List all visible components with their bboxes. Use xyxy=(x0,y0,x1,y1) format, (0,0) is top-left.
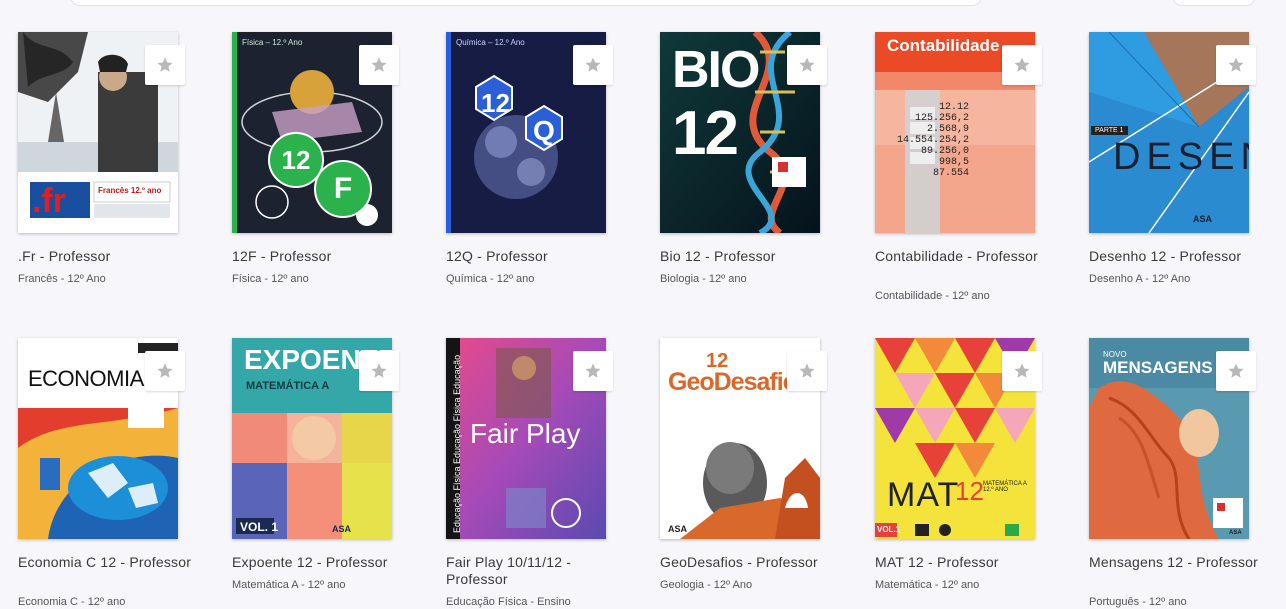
star-icon xyxy=(585,363,601,378)
cover-number: 87.554 xyxy=(932,168,969,179)
book-title[interactable]: Mensagens 12 - Professor xyxy=(1089,554,1264,571)
book-subject: Desenho A - 12º Ano xyxy=(1089,273,1191,285)
star-icon xyxy=(1228,57,1244,72)
cover-brand-text: ASA xyxy=(332,524,352,534)
star-icon xyxy=(371,363,387,378)
book-subject: Biologia - 12º ano xyxy=(660,273,747,285)
favorite-button[interactable] xyxy=(1216,45,1256,85)
cover-subject-text: Química – 12.º Ano xyxy=(456,38,525,47)
favorite-button[interactable] xyxy=(787,45,827,85)
cover-badge-text: 12 xyxy=(281,144,311,175)
book-subject: Matemática - 12º ano xyxy=(875,579,980,591)
book-title[interactable]: Economia C 12 - Professor xyxy=(18,554,193,571)
cover-tag-text: PARTE 1 xyxy=(1091,126,1128,135)
book-title[interactable]: Desenho 12 - Professor xyxy=(1089,248,1264,265)
book-subject: Economia C - 12º ano xyxy=(18,596,126,608)
star-icon xyxy=(585,57,601,72)
book-subject: Contabilidade - 12º ano xyxy=(875,290,990,302)
book-subject: Português - 12º ano xyxy=(1089,596,1187,608)
book-title[interactable]: MAT 12 - Professor xyxy=(875,554,1050,571)
book-subject: Física - 12º ano xyxy=(232,273,309,285)
cover-number: 125.256,2 xyxy=(914,113,969,124)
top-button[interactable] xyxy=(1172,0,1256,6)
book-title[interactable]: 12F - Professor xyxy=(232,248,407,265)
star-icon xyxy=(1014,57,1030,72)
cover-badge-text: Q xyxy=(533,115,555,146)
cover-number-text: 12 xyxy=(955,476,984,506)
cover-title-text: MAT xyxy=(887,476,960,514)
cover-volume-text: VOL.1 xyxy=(877,525,901,534)
cover-badge-text: Francês 12.º ano xyxy=(98,186,162,195)
cover-title-text: DESENH xyxy=(1113,136,1249,178)
cover-title-text: 12 xyxy=(672,99,739,168)
book-title[interactable]: Bio 12 - Professor xyxy=(660,248,835,265)
book-title[interactable]: Contabilidade - Professor xyxy=(875,248,1050,265)
cover-subject-text: Física – 12.º Ano xyxy=(242,38,303,47)
book-subject: Química - 12º ano xyxy=(446,273,535,285)
cover-number: 89.256,0 xyxy=(920,146,969,157)
book-subject: Matemática A - 12º ano xyxy=(232,579,346,591)
star-icon xyxy=(157,363,173,378)
cover-side-text: Educação Física Educação Física Educação xyxy=(452,354,462,533)
cover-badge-text: 12 xyxy=(481,88,510,118)
star-icon xyxy=(799,363,815,378)
favorite-button[interactable] xyxy=(145,45,185,85)
search-input[interactable] xyxy=(70,0,982,6)
cover-number: 14.554.254,2 xyxy=(896,135,969,146)
cover-number: 998,5 xyxy=(938,157,969,168)
book-title[interactable]: Expoente 12 - Professor xyxy=(232,554,407,571)
cover-title-text: Fair Play xyxy=(470,418,581,449)
book-subject: Geologia - 12º Ano xyxy=(660,579,753,591)
favorite-button[interactable] xyxy=(359,45,399,85)
favorite-button[interactable] xyxy=(1216,351,1256,391)
favorite-button[interactable] xyxy=(573,45,613,85)
cover-side-text: MATEMÁTICA A 12.º ANO xyxy=(983,481,1027,493)
favorite-button[interactable] xyxy=(787,351,827,391)
cover-number: 12.12 xyxy=(938,102,969,113)
cover-title-text: GeoDesafio xyxy=(668,368,798,396)
top-bar xyxy=(0,0,1286,8)
cover-badge-text: F xyxy=(333,172,353,205)
favorite-button[interactable] xyxy=(145,351,185,391)
favorite-button[interactable] xyxy=(359,351,399,391)
star-icon xyxy=(1014,363,1030,378)
star-icon xyxy=(371,57,387,72)
star-icon xyxy=(1228,363,1244,378)
cover-subtitle-text: MATEMÁTICA A xyxy=(246,380,330,392)
cover-title-text: .fr xyxy=(32,182,66,220)
cover-title-text: BIO xyxy=(672,41,760,99)
book-title[interactable]: 12Q - Professor xyxy=(446,248,621,265)
book-title[interactable]: GeoDesafios - Professor xyxy=(660,554,835,571)
book-subject: Francês - 12º Ano xyxy=(18,273,106,285)
book-subject: Educação Física - Ensino xyxy=(446,596,571,608)
favorite-button[interactable] xyxy=(1002,45,1042,85)
cover-title-text: ECONOMIA xyxy=(28,366,144,391)
cover-volume-text: VOL. 1 xyxy=(240,520,279,534)
cover-number: 2.568,9 xyxy=(926,124,969,135)
cover-title-text: MENSAGENS xyxy=(1103,358,1213,377)
favorite-button[interactable] xyxy=(1002,351,1042,391)
cover-side-text-wrap: Educação Física Educação Física Educação xyxy=(447,338,465,533)
book-title[interactable]: .Fr - Professor xyxy=(18,248,193,265)
cover-badge: F xyxy=(314,160,372,218)
favorite-button[interactable] xyxy=(573,351,613,391)
star-icon xyxy=(157,57,173,72)
star-icon xyxy=(799,57,815,72)
cover-number-list: 12.12 125.256,2 2.568,9 14.554.254,2 89.… xyxy=(889,102,969,179)
book-title[interactable]: Fair Play 10/11/12 - Professor xyxy=(446,554,621,588)
cover-title-text: Contabilidade xyxy=(887,36,1000,55)
cover-brand-text: ASA xyxy=(1229,530,1242,536)
cover-brand-text: ASA xyxy=(668,524,688,534)
cover-brand-text: ASA xyxy=(1193,214,1213,224)
